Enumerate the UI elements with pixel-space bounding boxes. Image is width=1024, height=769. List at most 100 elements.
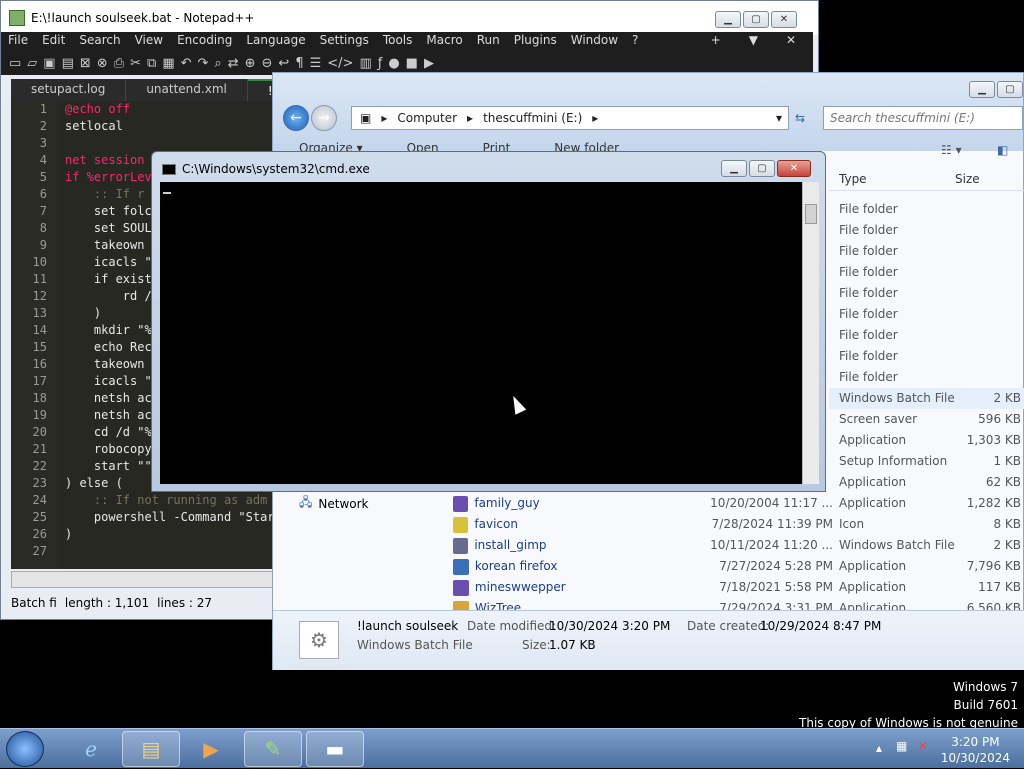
code-icon[interactable]: </>	[327, 56, 353, 71]
save-icon[interactable]: ▣	[43, 56, 55, 71]
file-row[interactable]: File folder	[829, 283, 1024, 304]
file-row[interactable]: File folder	[829, 199, 1024, 220]
show-hidden-icons[interactable]: ▴	[876, 741, 882, 755]
file-row[interactable]: Application 1,303 KB	[829, 430, 1024, 451]
file-row[interactable]: Application 1,282 KB	[829, 493, 1024, 514]
explorer-taskbar-icon[interactable]: ▤	[122, 731, 180, 767]
minimize-button[interactable]: ▁	[715, 11, 741, 28]
file-row[interactable]: File folder	[829, 367, 1024, 388]
breadcrumb-computer[interactable]: Computer	[397, 111, 457, 125]
menu-settings[interactable]: Settings	[313, 32, 376, 51]
close-button[interactable]: ✕	[771, 11, 797, 28]
minimize-button[interactable]: ▁	[721, 160, 747, 177]
maximize-button[interactable]: ▢	[743, 11, 769, 28]
menu-search[interactable]: Search	[72, 32, 127, 51]
clock[interactable]: 3:20 PM 10/30/2024	[941, 734, 1010, 766]
file-item[interactable]: korean firefox 7/27/2024 5:28 PM	[453, 556, 833, 577]
replace-icon[interactable]: ⇄	[228, 56, 239, 71]
undo-icon[interactable]: ↶	[181, 56, 192, 71]
menu-run[interactable]: Run	[470, 32, 507, 51]
copy-icon[interactable]: ⧉	[147, 56, 156, 71]
file-row[interactable]: File folder	[829, 262, 1024, 283]
new-file-icon[interactable]: ▭	[9, 56, 21, 71]
menu-help[interactable]: ?	[625, 32, 645, 51]
notepadpp-taskbar-icon[interactable]: ✎	[244, 731, 302, 767]
tab-unattend[interactable]: unattend.xml	[126, 79, 248, 101]
new-tab-icon[interactable]: +	[704, 32, 728, 51]
file-item[interactable]: favicon 7/28/2024 11:39 PM	[453, 514, 833, 535]
tab-setupact[interactable]: setupact.log	[11, 79, 127, 101]
file-row[interactable]: Windows Batch File 2 KB	[829, 535, 1024, 556]
menu-encoding[interactable]: Encoding	[170, 32, 239, 51]
volume-muted-icon[interactable]: ✕	[918, 739, 928, 753]
view-options-icon[interactable]: ☷ ▾	[941, 143, 962, 157]
paste-icon[interactable]: ▦	[162, 56, 174, 71]
maximize-button[interactable]: ▢	[749, 160, 775, 177]
horizontal-scrollbar[interactable]	[11, 571, 273, 588]
search-input[interactable]: Search thescuffmini (E:)	[823, 106, 1023, 130]
maximize-button[interactable]: ▢	[997, 81, 1023, 98]
close-all-icon[interactable]: ⊗	[97, 56, 108, 71]
file-row[interactable]: Application 7,796 KB	[829, 556, 1024, 577]
preview-pane-icon[interactable]: ◧	[997, 143, 1008, 157]
close-button[interactable]: ✕	[777, 160, 811, 177]
file-item[interactable]: mineswwepper 7/18/2021 5:58 PM	[453, 577, 833, 598]
file-row[interactable]: File folder	[829, 346, 1024, 367]
cmd-window[interactable]: C:\Windows\system32\cmd.exe ▁ ▢ ✕	[151, 151, 826, 492]
address-dropdown-icon[interactable]: ▾	[776, 111, 782, 125]
internet-explorer-icon[interactable]: ℯ	[62, 731, 120, 767]
record-macro-icon[interactable]: ●	[388, 56, 399, 71]
column-size[interactable]: Size	[949, 172, 980, 186]
breadcrumb-drive[interactable]: thescuffmini (E:)	[483, 111, 582, 125]
zoom-in-icon[interactable]: ⊕	[245, 56, 256, 71]
zoom-out-icon[interactable]: ⊖	[262, 56, 273, 71]
play-macro-icon[interactable]: ▶	[424, 56, 434, 71]
open-file-icon[interactable]: ▱	[27, 56, 37, 71]
menu-tools[interactable]: Tools	[376, 32, 420, 51]
column-type[interactable]: Type	[829, 172, 949, 186]
word-wrap-icon[interactable]: ↩	[278, 56, 289, 71]
menu-plugins[interactable]: Plugins	[507, 32, 564, 51]
file-row[interactable]: File folder	[829, 304, 1024, 325]
menu-edit[interactable]: Edit	[35, 32, 72, 51]
menu-window[interactable]: Window	[564, 32, 625, 51]
close-icon[interactable]: ⊠	[80, 56, 91, 71]
nav-network[interactable]: 🖧 Network	[299, 493, 369, 514]
save-all-icon[interactable]: ▤	[62, 56, 74, 71]
network-tray-icon[interactable]: ▦	[896, 739, 907, 753]
scrollbar-thumb[interactable]	[805, 204, 817, 224]
notepadpp-titlebar[interactable]: E:\!launch soulseek.bat - Notepad++	[1, 1, 818, 35]
file-row[interactable]: Screen saver 596 KB	[829, 409, 1024, 430]
vertical-scrollbar[interactable]	[802, 182, 819, 484]
file-row[interactable]: Application 117 KB	[829, 577, 1024, 598]
file-row[interactable]: File folder	[829, 325, 1024, 346]
back-icon[interactable]: ←	[283, 105, 309, 131]
show-symbols-icon[interactable]: ¶	[295, 56, 303, 71]
file-row[interactable]: Windows Batch File 2 KB	[829, 388, 1024, 409]
console-output[interactable]	[160, 182, 802, 484]
tab-list-icon[interactable]: ▼	[742, 32, 765, 51]
menu-view[interactable]: View	[128, 32, 170, 51]
file-row[interactable]: File folder	[829, 241, 1024, 262]
media-player-icon[interactable]: ▶	[182, 731, 240, 767]
file-item[interactable]: install_gimp 10/11/2024 11:20 ...	[453, 535, 833, 556]
cut-icon[interactable]: ✂	[130, 56, 141, 71]
print-icon[interactable]: ⎙	[114, 56, 124, 71]
map-icon[interactable]: ▥	[359, 56, 371, 71]
menu-file[interactable]: File	[1, 32, 35, 51]
file-item[interactable]: family_guy 10/20/2004 11:17 ...	[453, 493, 833, 514]
find-icon[interactable]: ⌕	[214, 56, 221, 71]
file-row[interactable]: Icon 8 KB	[829, 514, 1024, 535]
stop-macro-icon[interactable]: ■	[406, 56, 418, 71]
close-doc-icon[interactable]: ✕	[779, 32, 803, 51]
address-bar[interactable]: ▣ ▸ Computer ▸ thescuffmini (E:) ▸ ▾	[351, 106, 789, 130]
menu-language[interactable]: Language	[239, 32, 312, 51]
start-button[interactable]	[6, 731, 44, 767]
menu-macro[interactable]: Macro	[419, 32, 469, 51]
minimize-button[interactable]: ▁	[969, 81, 995, 98]
file-row[interactable]: File folder	[829, 220, 1024, 241]
indent-guide-icon[interactable]: ☰	[310, 56, 322, 71]
file-row[interactable]: Setup Information 1 KB	[829, 451, 1024, 472]
function-list-icon[interactable]: ƒ	[378, 56, 383, 71]
redo-icon[interactable]: ↷	[198, 56, 209, 71]
